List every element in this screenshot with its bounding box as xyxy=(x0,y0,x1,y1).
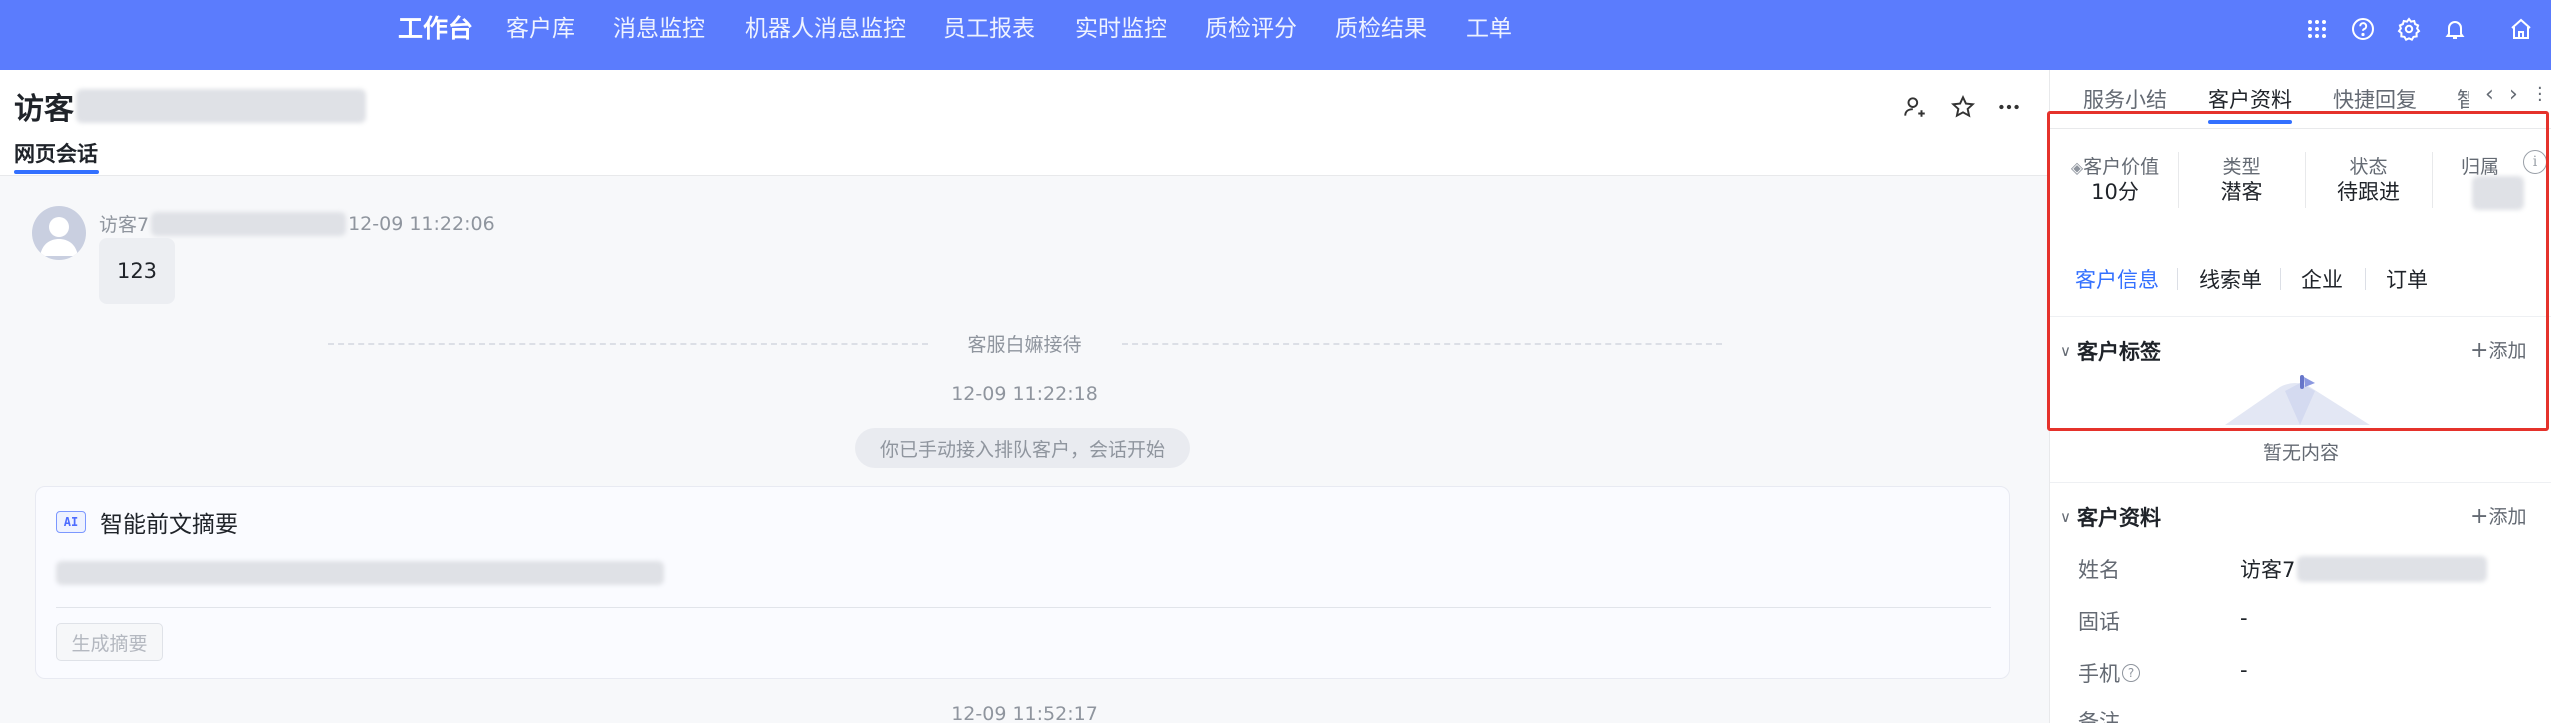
home-icon[interactable] xyxy=(2506,14,2536,44)
section-title: 客户资料 xyxy=(2076,506,2161,530)
chevron-down-icon: ∨ xyxy=(2060,342,2071,360)
settings-gear-icon[interactable] xyxy=(2394,14,2424,44)
field-value-landline: - xyxy=(2240,606,2248,630)
tab-quick-reply[interactable]: 快捷回复 xyxy=(2333,84,2417,114)
subtab-divider xyxy=(2365,268,2366,290)
more-vertical-icon[interactable]: · · · xyxy=(2537,80,2543,110)
nav-item-message-monitor[interactable]: 消息监控 xyxy=(613,0,705,58)
nav-item-qa-result[interactable]: 质检结果 xyxy=(1335,0,1427,58)
bottom-time: 12-09 11:52:17 xyxy=(951,703,1098,725)
message-bubble: 123 xyxy=(99,238,175,304)
session-title-row: 访客 xyxy=(14,84,366,128)
tab-web-session[interactable]: 网页会话 xyxy=(14,138,98,168)
nav-item-ticket[interactable]: 工单 xyxy=(1466,0,1512,58)
tab-more-clipped[interactable]: 智 xyxy=(2457,84,2469,114)
visitor-name: 访客7 xyxy=(99,214,150,236)
chevron-down-icon: ∨ xyxy=(2060,508,2071,526)
empty-state-text: 暂无内容 xyxy=(2262,442,2339,464)
stat-label-type: 类型 xyxy=(2222,156,2261,178)
tab-service-summary[interactable]: 服务小结 xyxy=(2083,84,2167,114)
system-notice: 你已手动接入排队客户，会话开始 xyxy=(855,428,1190,468)
section-divider xyxy=(2050,316,2551,317)
ai-summary-card: AI 智能前文摘要 生成摘要 xyxy=(35,486,2010,679)
subtab-orders[interactable]: 订单 xyxy=(2386,264,2428,294)
field-value-text: 访客7 xyxy=(2240,558,2296,582)
more-icon[interactable] xyxy=(1994,92,2024,122)
nav-item-customer-library[interactable]: 客户库 xyxy=(506,0,575,58)
message-meta: 访客7 12-09 11:22:06 xyxy=(99,210,495,237)
tabs-divider xyxy=(2050,128,2551,129)
nav-item-workbench[interactable]: 工作台 xyxy=(398,0,473,58)
field-value-mobile: - xyxy=(2240,658,2248,682)
add-tag-button[interactable]: +添加 xyxy=(2470,336,2526,363)
plus-icon: + xyxy=(2470,504,2489,529)
masked-name xyxy=(2297,556,2488,582)
ai-badge-icon: AI xyxy=(56,511,86,533)
question-icon[interactable]: ? xyxy=(2122,664,2140,682)
masked-summary-text xyxy=(56,561,664,585)
stat-value-status: 待跟进 xyxy=(2337,180,2400,204)
help-icon[interactable] xyxy=(2348,14,2378,44)
masked-owner xyxy=(2472,176,2524,210)
plus-icon: + xyxy=(2470,338,2489,363)
nav-item-staff-report[interactable]: 员工报表 xyxy=(943,0,1035,58)
chevron-left-icon[interactable]: ‹ xyxy=(2485,82,2494,107)
field-label-remark: 备注 xyxy=(2078,710,2120,723)
stat-label-owner: 归属 xyxy=(2460,156,2499,178)
field-label-landline: 固话 xyxy=(2078,610,2120,634)
subtab-customer-info[interactable]: 客户信息 xyxy=(2075,264,2159,294)
tab-active-underline xyxy=(2208,120,2292,124)
generate-summary-button[interactable]: 生成摘要 xyxy=(56,623,163,661)
field-label-name: 姓名 xyxy=(2078,558,2120,582)
nav-item-bot-message-monitor[interactable]: 机器人消息监控 xyxy=(745,0,906,58)
section-title: 客户标签 xyxy=(2076,340,2161,364)
chevron-right-icon[interactable]: › xyxy=(2509,82,2518,107)
field-label-mobile: 手机 ? xyxy=(2078,658,2140,688)
page-title: 访客 xyxy=(14,92,74,127)
section-header-tags[interactable]: ∨ 客户标签 xyxy=(2060,336,2161,366)
ai-summary-title: 智能前文摘要 xyxy=(100,512,238,538)
stat-label-customer-value: ◈客户价值 xyxy=(2070,156,2160,178)
apps-grid-icon[interactable] xyxy=(2302,14,2332,44)
stat-divider xyxy=(2432,152,2433,208)
stat-value-customer-value: 10分 xyxy=(2091,180,2139,204)
ai-card-divider xyxy=(56,607,1991,608)
section-header-profile[interactable]: ∨ 客户资料 xyxy=(2060,502,2161,532)
empty-illustration-icon xyxy=(2225,375,2370,425)
assign-user-icon[interactable] xyxy=(1900,92,1930,122)
avatar xyxy=(32,206,86,260)
message-time: 12-09 11:22:06 xyxy=(348,212,495,235)
masked-visitor-id xyxy=(76,89,366,123)
tab-customer-profile[interactable]: 客户资料 xyxy=(2208,84,2292,114)
stat-label-status: 状态 xyxy=(2349,156,2388,178)
top-nav-bar: 工作台 客户库 消息监控 机器人消息监控 员工报表 实时监控 质检评分 质检结果… xyxy=(0,0,2551,70)
nav-item-realtime-monitor[interactable]: 实时监控 xyxy=(1075,0,1167,58)
add-profile-button[interactable]: +添加 xyxy=(2470,502,2526,529)
subtab-company[interactable]: 企业 xyxy=(2301,264,2343,294)
field-value-name: 访客7 xyxy=(2240,554,2488,584)
masked-visitor-name xyxy=(151,211,347,236)
star-icon[interactable] xyxy=(1948,92,1978,122)
joined-time: 12-09 11:22:18 xyxy=(951,383,1098,405)
section-divider xyxy=(2050,482,2551,483)
field-label-text: 手机 xyxy=(2078,662,2120,686)
subtab-divider xyxy=(2280,268,2281,290)
right-panel: 服务小结 客户资料 快捷回复 智 ‹ › · · · ◈客户价值 10分 类型 潜客… xyxy=(2049,70,2551,723)
diamond-icon: ◈ xyxy=(2070,158,2084,177)
subtab-divider xyxy=(2177,268,2178,290)
subtab-lead-form[interactable]: 线索单 xyxy=(2199,264,2262,294)
info-icon[interactable]: i xyxy=(2523,150,2547,174)
divider-dash-right xyxy=(1122,343,1722,345)
nav-item-qa-score[interactable]: 质检评分 xyxy=(1205,0,1297,58)
bell-icon[interactable] xyxy=(2440,14,2470,44)
tab-active-underline xyxy=(14,170,99,174)
agent-joined-text: 客服白嫲接待 xyxy=(967,334,1082,356)
stat-value-type: 潜客 xyxy=(2220,180,2263,204)
